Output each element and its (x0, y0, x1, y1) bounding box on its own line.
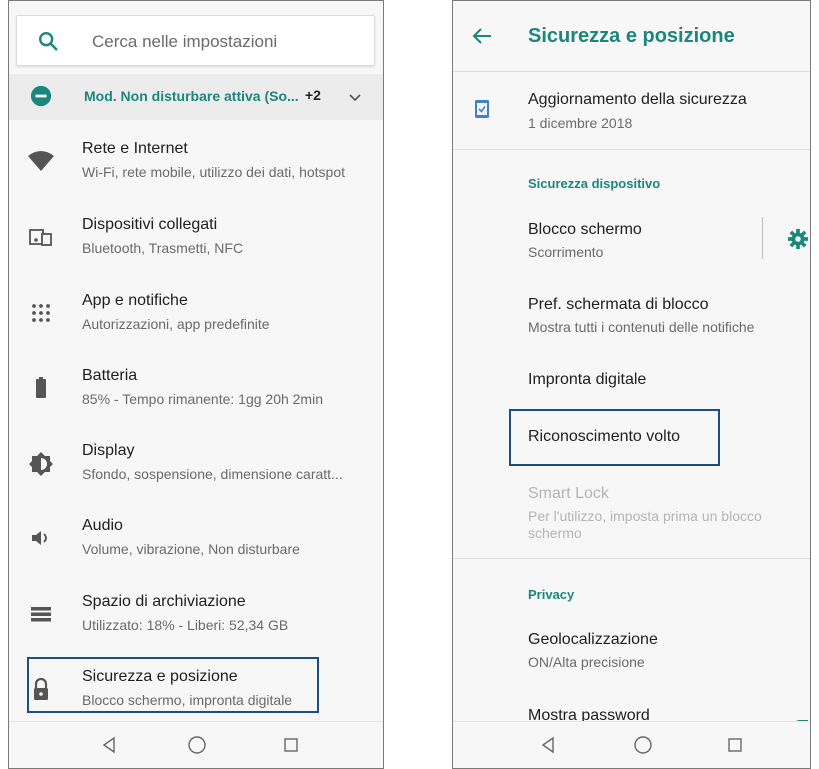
selection-highlight (509, 409, 720, 466)
item-subtitle: Scorrimento (528, 244, 604, 260)
devices-icon (29, 229, 52, 246)
item-title: Aggiornamento della sicurezza (528, 91, 747, 108)
search-icon (39, 32, 58, 51)
dnd-count: +2 (305, 87, 321, 103)
back-nav-icon[interactable] (539, 735, 559, 755)
settings-item-audio[interactable]: Audio Volume, vibrazione, Non disturbare (9, 506, 383, 570)
item-subtitle: ON/Alta precisione (528, 654, 645, 670)
security-update-item[interactable]: Aggiornamento della sicurezza 1 dicembre… (453, 76, 810, 148)
page-title: Sicurezza e posizione (528, 25, 735, 47)
item-subtitle: 85% - Tempo rimanente: 1gg 20h 2min (82, 391, 323, 407)
navigation-bar (9, 721, 383, 768)
settings-item-battery[interactable]: Batteria 85% - Tempo rimanente: 1gg 20h … (9, 356, 383, 420)
item-subtitle-line1: Per l'utilizzo, imposta prima un blocco (528, 508, 762, 524)
back-nav-icon[interactable] (100, 735, 120, 755)
item-title: Audio (82, 517, 123, 534)
dnd-minus-icon (30, 85, 52, 107)
search-placeholder: Cerca nelle impostazioni (92, 32, 278, 51)
recents-nav-icon[interactable] (725, 735, 745, 755)
item-title: Smart Lock (528, 485, 609, 502)
item-title: Dispositivi collegati (82, 216, 218, 233)
settings-item-connected-devices[interactable]: Dispositivi collegati Bluetooth, Trasmet… (9, 205, 383, 269)
section-header-device-security: Sicurezza dispositivo (528, 176, 661, 191)
item-subtitle: Autorizzazioni, app predefinite (82, 316, 270, 332)
fingerprint-item[interactable]: Impronta digitale (453, 356, 810, 402)
item-subtitle: Bluetooth, Trasmetti, NFC (82, 240, 244, 256)
recents-nav-icon[interactable] (281, 735, 301, 755)
item-title: Batteria (82, 367, 138, 384)
divider (453, 558, 810, 559)
settings-item-network[interactable]: Rete e Internet Wi-Fi, rete mobile, util… (9, 129, 383, 193)
home-nav-icon[interactable] (187, 735, 207, 755)
item-title: App e notifiche (82, 292, 188, 309)
settings-item-apps[interactable]: App e notifiche Autorizzazioni, app pred… (9, 281, 383, 345)
settings-item-storage[interactable]: Spazio di archiviazione Utilizzato: 18% … (9, 582, 383, 646)
vertical-separator (762, 217, 763, 259)
navigation-bar (453, 721, 810, 768)
screen-lock-item[interactable]: Blocco schermo Scorrimento (453, 211, 810, 267)
location-item[interactable]: Geolocalizzazione ON/Alta precisione (453, 621, 810, 677)
lock-screen-prefs-item[interactable]: Pref. schermata di blocco Mostra tutti i… (453, 286, 810, 342)
settings-main-screen: Cerca nelle impostazioni Mod. Non distur… (8, 0, 384, 769)
selection-highlight (27, 657, 319, 713)
item-title: Display (82, 442, 135, 459)
security-update-icon (475, 100, 489, 118)
brightness-icon (29, 452, 53, 476)
back-arrow-icon[interactable] (471, 26, 493, 46)
item-title: Spazio di archiviazione (82, 593, 246, 610)
item-subtitle: Utilizzato: 18% - Liberi: 52,34 GB (82, 617, 289, 633)
dnd-label: Mod. Non disturbare attiva (So... (84, 88, 299, 104)
storage-icon (31, 607, 51, 622)
home-nav-icon[interactable] (633, 735, 653, 755)
smart-lock-item: Smart Lock Per l'utilizzo, imposta prima… (453, 476, 810, 548)
battery-icon (36, 377, 46, 398)
section-header-privacy: Privacy (528, 587, 575, 602)
item-title: Impronta digitale (528, 371, 647, 388)
apps-icon (32, 304, 50, 322)
volume-icon (32, 531, 47, 545)
security-location-screen: Sicurezza e posizione Aggiornamento dell… (452, 0, 811, 769)
wifi-icon (28, 151, 54, 171)
item-subtitle: 1 dicembre 2018 (528, 115, 633, 131)
dnd-suggestion-bar[interactable]: Mod. Non disturbare attiva (So... +2 (9, 74, 383, 120)
search-bar[interactable]: Cerca nelle impostazioni (16, 15, 375, 66)
item-title: Blocco schermo (528, 221, 642, 238)
item-subtitle: Mostra tutti i contenuti delle notifiche (528, 319, 755, 335)
item-title: Pref. schermata di blocco (528, 296, 709, 313)
settings-item-display[interactable]: Display Sfondo, sospensione, dimensione … (9, 431, 383, 495)
divider (453, 149, 810, 150)
item-subtitle: Sfondo, sospensione, dimensione caratt..… (82, 466, 343, 482)
item-title: Rete e Internet (82, 140, 188, 157)
item-title: Geolocalizzazione (528, 631, 658, 648)
item-subtitle: Volume, vibrazione, Non disturbare (82, 541, 300, 557)
app-bar: Sicurezza e posizione (453, 1, 810, 72)
item-subtitle-line2: schermo (528, 525, 582, 541)
chevron-down-icon[interactable] (347, 89, 363, 105)
item-subtitle: Wi-Fi, rete mobile, utilizzo dei dati, h… (82, 164, 345, 180)
gear-icon[interactable] (787, 228, 809, 250)
